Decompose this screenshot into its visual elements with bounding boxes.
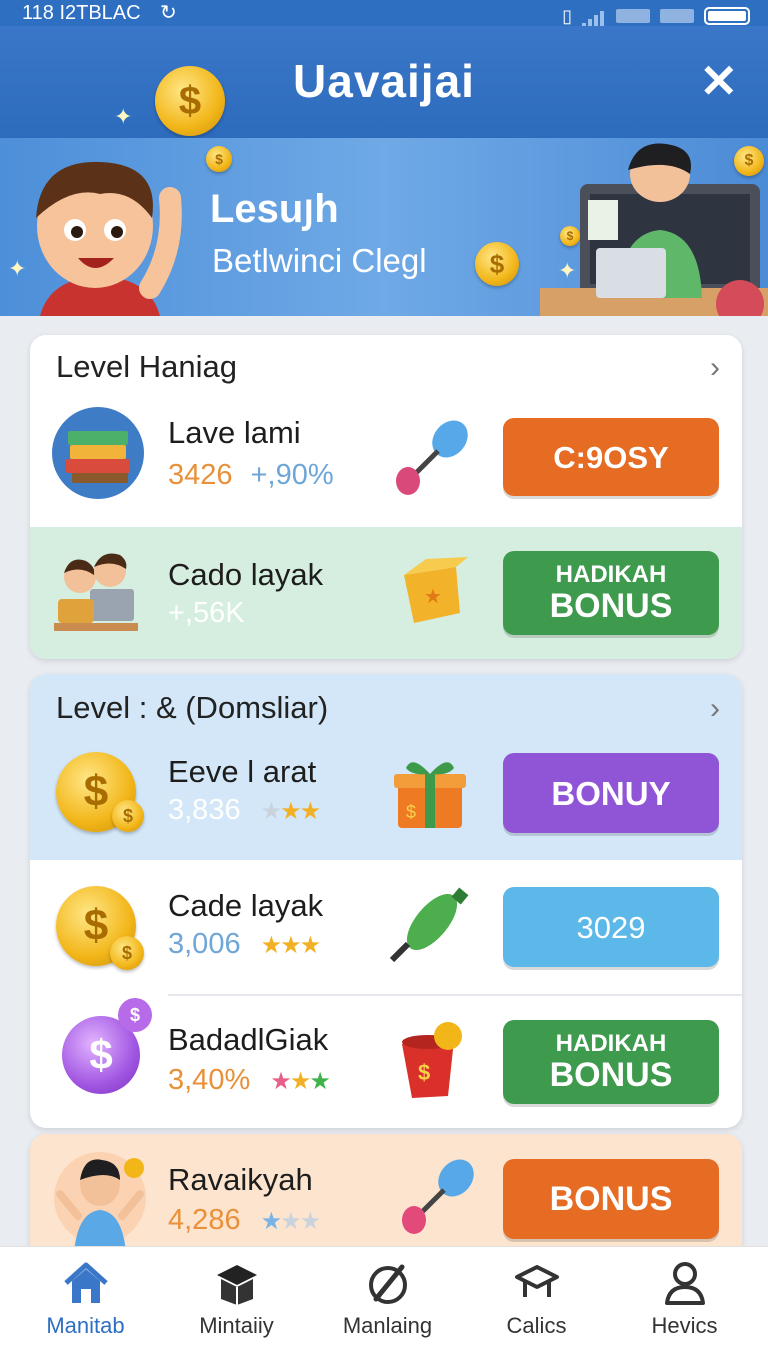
purple-coin-icon: $ [118,998,152,1032]
item-name: Lave lami [168,415,301,450]
rating-stars: ★★★ [260,932,322,959]
svg-text:$: $ [406,802,416,822]
button-line-bottom: BONUS [549,587,673,625]
sync-icon: ↻ [160,2,177,24]
bottle-icon [389,887,469,963]
list-item[interactable]: $ $ Cade layak 3,006 ★★★ 3029 [30,860,742,994]
rating-stars: ★★★ [270,1068,330,1095]
coin-icon: $ [112,800,144,832]
close-icon[interactable]: ✕ [699,56,738,106]
app-bar: $ ✦ Uavaijai ✕ [0,26,768,138]
nav-label: Manitab [46,1313,125,1338]
waving-boy-illustration [36,161,182,316]
kids-computer-icon [54,553,138,631]
claim-button[interactable]: C:9OSY [503,418,719,496]
list-item[interactable]: $ $ Eeve l arat 3,836 ★★★ $ BONUY [30,740,742,860]
status-time: 118 I2TBLAC [22,2,141,24]
item-value: 3426 [168,459,233,491]
pen-circle-icon [368,1264,407,1304]
network-icon [660,9,694,23]
box-icon [216,1265,257,1305]
item-value: 3,006 [168,928,241,960]
item-name: Cado layak [168,557,324,592]
gift-box-icon: ★ [404,557,468,623]
chevron-right-icon[interactable]: › [710,692,720,726]
item-value: 3,836 [168,794,241,826]
bonus-button[interactable]: HADIKAH BONUS [503,1020,719,1104]
button-line-top: HADIKAH [555,561,667,588]
page-title: Uavaijai [293,55,475,107]
nav-item-home[interactable]: Manitab [9,1247,162,1345]
nav-item-cap[interactable]: Calics [460,1247,613,1345]
nav-item-pen[interactable]: Manlaing [311,1247,464,1345]
banner-title: Lesuյh [210,187,339,231]
home-icon [63,1262,108,1303]
item-value-line: 3426 +,90% [168,459,334,492]
bonus-button[interactable]: BONUS [503,1159,719,1239]
level-section-card: Level : & (Domsliar) › $ $ Eeve l arat 3… [30,674,742,1128]
banner-subtitle: Betlwinci Clegl [212,242,427,279]
bonus-button[interactable]: BONUY [503,753,719,833]
battery-icon [704,7,750,25]
nav-item-profile[interactable]: Hevics [608,1247,761,1345]
list-item[interactable]: $ $ BadadlGiak 3,40% ★★★ $ HADIKAH BONUS [30,996,742,1128]
value-button[interactable]: 3029 [503,887,719,967]
level-section-card: Ravaikyah 4,286 ★★★ BONUS [30,1134,742,1264]
person-icon [664,1262,705,1305]
sparkle-icon: ✦ [8,256,27,281]
nav-label: Manlaing [342,1313,433,1338]
item-value-line: 3,40% ★★★ [168,1064,331,1097]
item-name: BadadlGiak [168,1022,329,1057]
nav-item-box[interactable]: Mintaiiy [160,1247,313,1345]
nav-label: Calics [506,1313,567,1338]
boy-at-computer-illustration [540,143,768,316]
chevron-right-icon[interactable]: › [710,351,720,385]
hero-banner[interactable]: $ $ $ $ ✦ ✦ Lesuյh Betlwinci Clegl [0,138,768,316]
button-line-top: HADIKAH [555,1030,667,1057]
list-item[interactable]: Lave lami 3426 +,90% C:9OSY [30,401,742,527]
bonus-button[interactable]: HADIKAH BONUS [503,551,719,635]
coin-icon: $ [110,936,144,970]
item-change: +,90% [250,459,334,491]
wifi-icon [616,9,650,23]
list-item[interactable]: Cado layak +,56K ★ HADIKAH BONUS [30,527,742,659]
item-name: Cade layak [168,888,324,923]
rating-stars: ★★★ [260,1208,322,1235]
rattle-icon [396,420,468,495]
button-line-bottom: BONUS [549,1056,673,1094]
item-value: +,56K [168,597,245,629]
money-bucket-icon: $ [402,1022,462,1098]
item-value-line: 4,286 ★★★ [168,1204,322,1237]
graduation-cap-icon [514,1265,559,1297]
section-heading: Level Haniag [56,349,237,384]
coin-icon: $ [475,242,519,286]
coin-icon: $ [206,146,232,172]
item-value: 3,40% [168,1064,251,1096]
books-icon [52,407,144,499]
item-name: Ravaikyah [168,1162,313,1197]
item-name: Eeve l arat [168,754,317,789]
rattle-icon [402,1159,474,1234]
rating-stars: ★★★ [260,798,322,825]
bottom-navigation: Manitab Mintaiiy Manlaing Calics Hevics [0,1246,768,1345]
level-section-card: Level Haniag › Lave lami 3426 +,90% C:9O… [30,335,742,659]
child-icon [54,1152,146,1252]
nav-label: Hevics [651,1313,718,1338]
item-value: 4,286 [168,1204,241,1236]
gift-icon: $ [394,762,466,828]
status-bar: 118 I2TBLAC ↻ ▯ [0,0,768,29]
item-value-line: 3,006 ★★★ [168,928,322,961]
item-value-line: 3,836 ★★★ [168,794,322,827]
section-heading: Level : & (Domsliar) [56,690,329,725]
svg-text:★: ★ [424,586,442,608]
list-item[interactable]: Ravaikyah 4,286 ★★★ BONUS [30,1134,742,1264]
nav-label: Mintaiiy [199,1313,274,1338]
svg-text:$: $ [418,1060,430,1085]
